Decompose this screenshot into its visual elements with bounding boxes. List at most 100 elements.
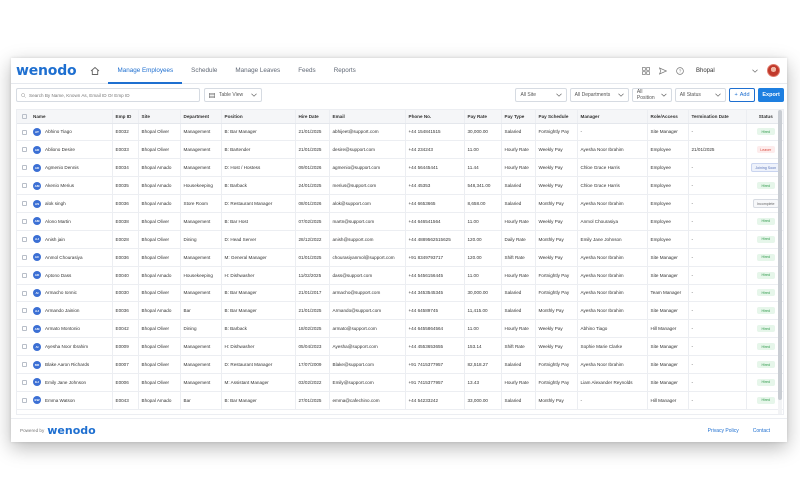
name-cell[interactable]: EJ Emily Jane Johnson: [30, 373, 113, 392]
site-filter[interactable]: All Site: [515, 88, 567, 102]
table-row[interactable]: AS alok singh E0036 Bhopal Amado Store Room D…: [17, 194, 783, 213]
tab-feeds[interactable]: Feeds: [289, 58, 325, 84]
tab-manage-leaves[interactable]: Manage Leaves: [226, 58, 289, 84]
table-row[interactable]: BR Blake Aaron Richards E0007 Bhopal Oliver…: [17, 355, 783, 374]
privacy-policy-link[interactable]: Privacy Policy: [708, 428, 739, 434]
scrollbar-thumb[interactable]: [778, 110, 782, 400]
cell-pay-schedule: Monthly Pay: [535, 230, 578, 249]
name-cell[interactable]: AM Armato Montonio: [30, 319, 113, 339]
row-checkbox[interactable]: [22, 201, 27, 207]
position-filter[interactable]: All Position: [631, 88, 672, 102]
row-checkbox[interactable]: [22, 254, 27, 260]
name-cell[interactable]: AS alok singh: [30, 194, 113, 213]
employee-avatar: AS: [33, 199, 41, 208]
column-header-pay-rate[interactable]: Pay Rate: [464, 110, 502, 124]
name-cell[interactable]: AC Anmol Chourasiya: [30, 248, 113, 267]
table-row[interactable]: AD Aptono Dass E0040 Bhopal Amado Housekeepi…: [17, 266, 783, 285]
name-cell[interactable]: AM Akenio Merius: [30, 176, 113, 196]
home-icon[interactable]: [90, 66, 100, 76]
name-cell[interactable]: AT Abhino Tiago: [30, 123, 113, 142]
name-cell[interactable]: AI Ayesha Noor Ibrahim: [30, 337, 113, 357]
column-header-hire-date[interactable]: Hire Date: [295, 110, 330, 124]
table-row[interactable]: AI Ayesha Noor Ibrahim E0009 Bhopal Oliver M…: [17, 337, 783, 357]
cell-pay-schedule: Fortnightly Pay: [535, 266, 578, 285]
table-row[interactable]: AJ Anish jain E0028 Bhopal Oliver Dining D: H…: [17, 230, 783, 249]
add-employee-button[interactable]: + Add: [728, 88, 756, 102]
name-cell[interactable]: AD Aptono Dass: [30, 266, 113, 285]
tab-manage-employees[interactable]: Manage Employees: [108, 58, 183, 84]
name-cell[interactable]: EW Emma Watson: [30, 391, 113, 410]
table-row[interactable]: AM Armato Montonio E0042 Bhopal Oliver Dinin…: [17, 319, 783, 339]
send-icon[interactable]: [659, 66, 667, 75]
chevron-down-icon: [618, 93, 624, 97]
row-checkbox[interactable]: [22, 272, 27, 278]
column-header-phone-no[interactable]: Phone No.: [405, 110, 465, 124]
table-row[interactable]: AI Armacho Ionnic E0030 Bhopal Oliver Manage…: [17, 284, 783, 303]
column-header-name[interactable]: Name: [30, 110, 113, 124]
column-header-pay-schedule[interactable]: Pay Schedule: [535, 110, 578, 124]
name-cell[interactable]: BR Blake Aaron Richards: [30, 355, 113, 374]
column-header-position[interactable]: Position: [221, 110, 296, 124]
row-select-cell: [17, 176, 30, 196]
table-row[interactable]: AM Akenio Merius E0035 Bhopal Amado Housekee…: [17, 176, 783, 196]
tab-reports[interactable]: Reports: [325, 58, 365, 84]
name-cell[interactable]: AM Alono Martin: [30, 212, 113, 231]
column-header-pay-type[interactable]: Pay Type: [501, 110, 536, 124]
row-checkbox[interactable]: [22, 380, 27, 386]
row-checkbox[interactable]: [22, 290, 27, 296]
column-header-manager[interactable]: Manager: [577, 110, 648, 124]
row-checkbox[interactable]: [22, 397, 27, 403]
row-checkbox[interactable]: [22, 326, 27, 332]
cell-hire-date: 21/01/2017: [295, 284, 330, 303]
column-header-termination-date[interactable]: Termination Date: [688, 110, 747, 124]
row-checkbox[interactable]: [22, 219, 27, 225]
search-box[interactable]: [16, 88, 200, 102]
row-checkbox[interactable]: [22, 183, 27, 189]
name-cell[interactable]: AJ Armando Jainion: [30, 301, 113, 321]
view-selector[interactable]: Table View: [204, 88, 263, 102]
name-cell[interactable]: AJ Anish jain: [30, 230, 113, 249]
name-cell[interactable]: AI Armacho Ionnic: [30, 284, 113, 303]
name-cell[interactable]: AD Agmenio Dennis: [30, 158, 113, 178]
cell-pay-rate: 120.00: [464, 248, 502, 267]
row-checkbox[interactable]: [22, 236, 27, 242]
select-all-checkbox[interactable]: [22, 113, 27, 119]
table-row[interactable]: EJ Emily Jane Johnson E0006 Bhopal Oliver Ma…: [17, 373, 783, 392]
row-checkbox[interactable]: [22, 129, 27, 135]
row-checkbox[interactable]: [22, 362, 27, 368]
table-row[interactable]: AD Abliono Desire E0033 Bhopal Oliver Manage…: [17, 140, 783, 160]
department-filter[interactable]: All Departments: [569, 88, 629, 102]
site-selector[interactable]: Bhopal: [696, 68, 758, 74]
export-button[interactable]: Export: [758, 88, 785, 102]
app-logo[interactable]: wenodo: [16, 63, 77, 79]
cell-termination: -: [688, 266, 747, 285]
table-row[interactable]: AD Agmenio Dennis E0034 Bhopal Amado Managem…: [17, 158, 783, 178]
contact-link[interactable]: Contact: [753, 428, 770, 434]
tab-schedule[interactable]: Schedule: [182, 58, 226, 84]
cell-emp-id: E0036: [112, 194, 139, 213]
vertical-scrollbar[interactable]: [778, 110, 782, 414]
row-checkbox[interactable]: [22, 308, 27, 314]
column-header-site[interactable]: Site: [138, 110, 181, 124]
table-row[interactable]: EW Emma Watson E0043 Bhopal Amado Bar B: Bar …: [17, 391, 783, 410]
table-row[interactable]: AC Anmol Chourasiya E0036 Bhopal Oliver Mana…: [17, 248, 783, 267]
row-checkbox[interactable]: [22, 165, 27, 171]
name-cell[interactable]: AD Abliono Desire: [30, 140, 113, 160]
row-checkbox[interactable]: [22, 344, 27, 350]
column-header-role-access[interactable]: Role/Access: [647, 110, 689, 124]
cell-role: Employee: [647, 230, 689, 249]
cell-manager: Liam Alexander Reynolds: [577, 373, 648, 392]
column-header-emp-id[interactable]: Emp ID: [112, 110, 139, 124]
table-row[interactable]: AT Abhino Tiago E0032 Bhopal Oliver Manageme…: [17, 123, 783, 142]
row-checkbox[interactable]: [22, 147, 27, 153]
table-row[interactable]: AJ Armando Jainion E0036 Bhopal Amado Bar B: …: [17, 301, 783, 321]
table-row[interactable]: AM Alono Martin E0038 Bhopal Oliver Manageme…: [17, 212, 783, 231]
column-header-department[interactable]: Department: [180, 110, 222, 124]
status-filter[interactable]: All Status: [674, 88, 726, 102]
column-header-email[interactable]: Email: [329, 110, 406, 124]
employee-name: Aptono Dass: [45, 272, 72, 278]
apps-grid-icon[interactable]: [642, 66, 650, 75]
user-avatar[interactable]: [767, 64, 780, 77]
search-input[interactable]: [29, 92, 199, 98]
help-icon[interactable]: ?: [676, 66, 684, 75]
